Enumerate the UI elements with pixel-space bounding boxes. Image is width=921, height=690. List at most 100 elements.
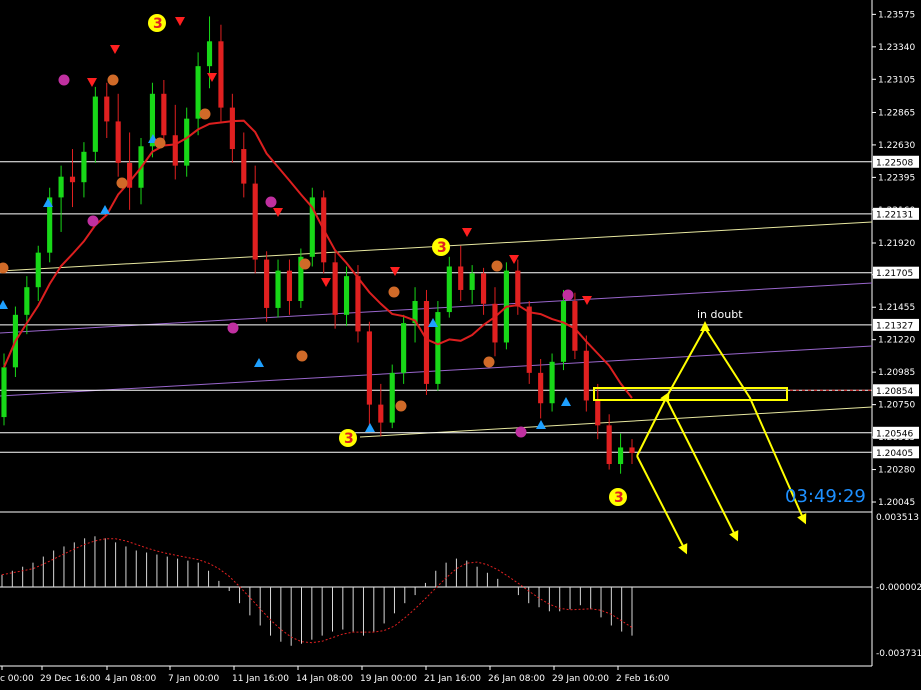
chart-svg[interactable]: 1.23575 1.23340 1.23105 1.22865 1.22630 1.223… xyxy=(0,0,921,686)
fractal-marker xyxy=(395,400,407,412)
price-tick-label: 1.20280 xyxy=(878,466,915,476)
annotation-in-doubt: in doubt xyxy=(697,308,743,321)
fractal-marker xyxy=(199,108,211,120)
price-tick-label: 1.22630 xyxy=(878,141,915,151)
candle-body xyxy=(104,96,110,122)
price-tick-label: 1.21920 xyxy=(878,239,915,249)
candle-body xyxy=(343,276,350,315)
candle-body xyxy=(275,270,281,308)
candle-body xyxy=(401,323,407,373)
fractal-marker xyxy=(296,350,308,362)
candle-body xyxy=(264,259,270,308)
candle-body xyxy=(435,312,441,384)
forex-chart-window[interactable]: 1.23575 1.23340 1.23105 1.22865 1.22630 1.223… xyxy=(0,0,921,686)
candle-body xyxy=(286,270,293,302)
price-tick-label: 1.21455 xyxy=(878,303,915,313)
fractal-marker xyxy=(515,426,527,438)
time-tick-label: 26 Jan 08:00 xyxy=(488,674,545,684)
candle-body xyxy=(389,372,395,423)
fractal-marker xyxy=(265,196,277,208)
candle-body xyxy=(1,367,7,418)
candle-body xyxy=(560,301,567,362)
candle-body xyxy=(366,331,372,405)
candle-body xyxy=(252,183,258,260)
price-level-tag-text: 1.20854 xyxy=(876,387,913,397)
fractal-marker xyxy=(87,215,99,227)
chart-background xyxy=(0,0,921,686)
price-tick-label: 1.20985 xyxy=(878,368,915,378)
candle-body xyxy=(206,41,213,67)
candle-body xyxy=(161,93,167,136)
fractal-marker xyxy=(483,356,495,368)
candle-body xyxy=(378,404,384,423)
candle-body xyxy=(549,361,555,404)
oscillator-tick-label: -0.000002 xyxy=(876,583,921,593)
time-tick-label: 29 Jan 00:00 xyxy=(552,674,609,684)
price-level-tag-text: 1.22508 xyxy=(876,158,913,168)
fractal-marker xyxy=(562,289,574,301)
candle-body xyxy=(241,149,247,184)
candle-body xyxy=(195,66,201,119)
price-tick-label: 1.23575 xyxy=(878,10,915,20)
price-level-tag-text: 1.20405 xyxy=(876,449,913,459)
time-tick-label: 2 Feb 16:00 xyxy=(616,674,670,684)
oscillator-tick-label: 0.003513 xyxy=(876,513,919,523)
price-level-tag-text: 1.20546 xyxy=(876,429,913,439)
wave-marker-label: 3 xyxy=(614,490,624,506)
candle-body xyxy=(24,287,30,315)
candle-body xyxy=(218,41,224,108)
time-tick-label: 11 Jan 16:00 xyxy=(232,674,289,684)
fractal-marker xyxy=(107,74,119,86)
candle-body xyxy=(480,273,487,304)
fractal-marker xyxy=(227,322,239,334)
candle-body xyxy=(35,252,41,288)
price-level-tag-text: 1.22131 xyxy=(876,210,913,220)
candle-body xyxy=(423,301,430,384)
candle-body xyxy=(332,262,338,315)
fractal-marker xyxy=(58,74,70,86)
price-level-tag-text: 1.21327 xyxy=(876,321,913,331)
candle-body xyxy=(595,400,601,426)
candle-body xyxy=(583,350,589,401)
time-tick-label: c 00:00 xyxy=(0,674,34,684)
countdown-timer: 03:49:29 xyxy=(785,486,866,507)
price-tick-label: 1.21220 xyxy=(878,336,915,346)
wave-marker-label: 3 xyxy=(344,431,354,447)
candle-body xyxy=(526,306,532,373)
wave-marker-label: 3 xyxy=(153,16,163,32)
candle-body xyxy=(446,266,452,313)
candle-body xyxy=(492,303,498,343)
candle-body xyxy=(355,276,361,332)
time-tick-label: 4 Jan 08:00 xyxy=(105,674,157,684)
candle-body xyxy=(172,135,178,166)
price-tick-label: 1.22395 xyxy=(878,173,915,183)
wave-marker-label: 3 xyxy=(437,240,447,256)
price-tick-label: 1.20045 xyxy=(878,498,915,508)
time-tick-label: 21 Jan 16:00 xyxy=(424,674,481,684)
price-tick-label: 1.20750 xyxy=(878,401,915,411)
candle-body xyxy=(515,270,521,307)
candle-body xyxy=(69,176,76,183)
time-tick-label: 14 Jan 08:00 xyxy=(296,674,353,684)
fractal-marker xyxy=(299,258,311,270)
candle-body xyxy=(92,96,98,152)
candle-body xyxy=(58,176,64,198)
candle-body xyxy=(115,121,121,163)
price-tick-label: 1.23340 xyxy=(878,43,915,53)
candle-body xyxy=(81,151,87,183)
fractal-marker xyxy=(116,177,128,189)
candle-body xyxy=(572,301,578,351)
price-tick-label: 1.22865 xyxy=(878,108,915,118)
time-tick-label: 7 Jan 00:00 xyxy=(168,674,220,684)
candle-body xyxy=(629,447,635,453)
price-tick-label: 1.23105 xyxy=(878,75,915,85)
candle-body xyxy=(184,118,190,166)
price-level-tag-text: 1.21705 xyxy=(876,269,913,279)
candle-body xyxy=(229,107,235,150)
candle-body xyxy=(538,372,544,404)
oscillator-tick-label: -0.003731 xyxy=(876,649,921,659)
fractal-marker xyxy=(491,260,503,272)
time-tick-label: 29 Dec 16:00 xyxy=(40,674,101,684)
fractal-marker xyxy=(388,286,400,298)
candle-body xyxy=(458,266,464,290)
